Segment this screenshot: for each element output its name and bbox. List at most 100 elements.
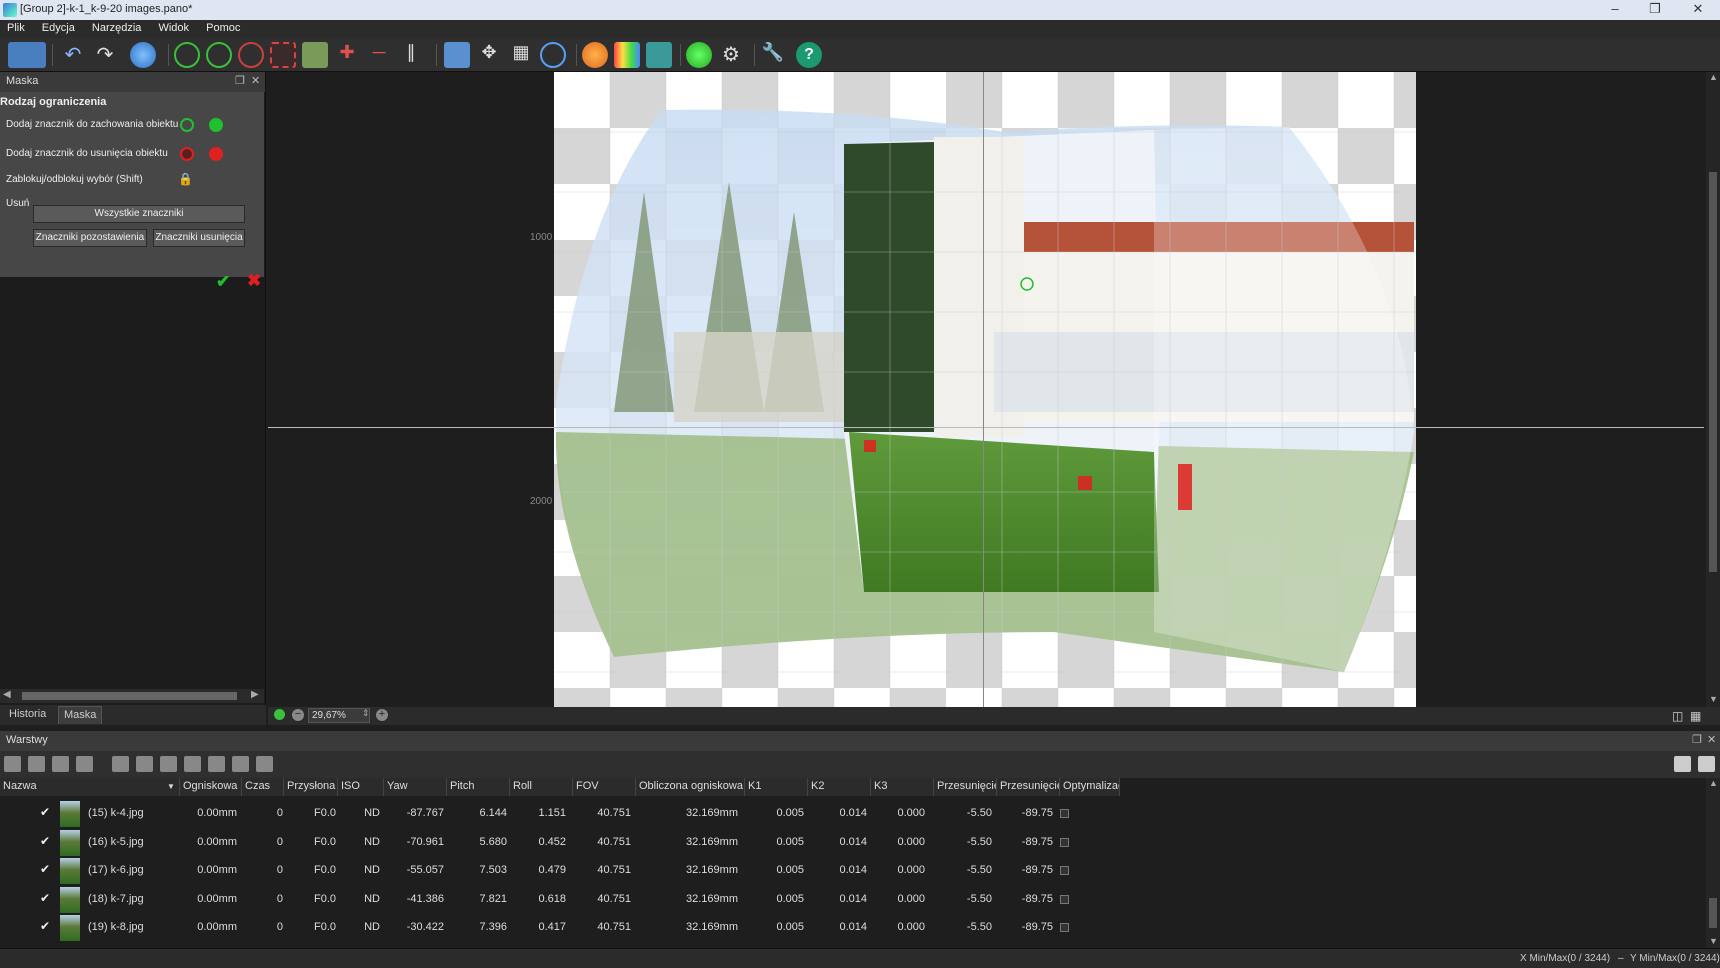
row-visibility-checkbox[interactable]: ✔ (40, 891, 50, 905)
layers-icon[interactable] (646, 42, 672, 68)
lock-icon[interactable]: 🔒 (178, 172, 193, 186)
col-focal[interactable]: Ogniskowa (180, 778, 242, 796)
table-row[interactable]: ✔ (16) k-5.jpg 0.00mm 0 F0.0 ND -70.961 5.680 0.… (0, 829, 1120, 857)
add-image-icon[interactable] (4, 756, 21, 772)
grid-view-icon[interactable]: ▦ (1690, 709, 1701, 723)
transparency-canvas[interactable] (554, 72, 1416, 707)
menu-help[interactable]: Pomoc (199, 20, 247, 36)
sort-e-icon[interactable] (256, 756, 273, 772)
new-project-icon[interactable] (8, 42, 46, 68)
col-shift-2[interactable]: Przesunięcie (997, 778, 1060, 796)
scroll-down-icon[interactable]: ▼ (1709, 694, 1718, 704)
scroll-thumb[interactable] (1709, 898, 1717, 928)
close-icon[interactable]: ✕ (1678, 0, 1718, 20)
zoom-fit-icon[interactable] (274, 709, 285, 720)
remove-image-icon[interactable] (28, 756, 45, 772)
row-visibility-checkbox[interactable]: ✔ (40, 919, 50, 933)
zoom-in-icon[interactable]: + (376, 709, 388, 721)
panel-close-icon[interactable]: ✕ (251, 74, 260, 87)
remove-marker[interactable] (864, 440, 876, 452)
scroll-left-icon[interactable]: ◀ (3, 689, 11, 700)
image-props-icon[interactable] (76, 756, 93, 772)
keep-marker-add-icon[interactable] (180, 118, 194, 132)
redo-icon[interactable]: ↷ (92, 42, 118, 68)
target-icon[interactable] (540, 42, 566, 68)
table-row[interactable]: ✔ (18) k-7.jpg 0.00mm 0 F0.0 ND -41.386 7.821 0.… (0, 886, 1120, 914)
remove-marker[interactable] (1078, 476, 1092, 490)
crosshair-icon[interactable] (206, 42, 232, 68)
restore-icon[interactable]: ❐ (1635, 0, 1675, 20)
row-visibility-checkbox[interactable]: ✔ (40, 862, 50, 876)
col-calc-focal[interactable]: Obliczona ogniskowa (636, 778, 745, 796)
scroll-up-icon[interactable]: ▲ (1709, 778, 1718, 788)
col-fov[interactable]: FOV (573, 778, 636, 796)
replace-image-icon[interactable] (52, 756, 69, 772)
layout-icon[interactable]: ◫ (1672, 709, 1683, 723)
left-panel-scrollbar[interactable]: ◀ ▶ (0, 689, 264, 703)
tab-mask[interactable]: Maska (58, 706, 103, 724)
minimize-icon[interactable]: – (1595, 0, 1635, 20)
col-yaw[interactable]: Yaw (384, 778, 447, 796)
add-group-icon[interactable] (112, 756, 129, 772)
row-optimize-checkbox[interactable] (1060, 866, 1069, 875)
sort-a-icon[interactable] (160, 756, 177, 772)
col-name[interactable]: Nazwa ▼ (0, 778, 180, 796)
row-visibility-checkbox[interactable]: ✔ (40, 805, 50, 819)
scroll-thumb[interactable] (1709, 172, 1717, 572)
wrench-icon[interactable]: 🔧 (760, 42, 786, 68)
remove-marker-icon[interactable] (209, 147, 223, 161)
render-icon[interactable] (686, 42, 712, 68)
zoom-spinner-icon[interactable]: ⇕ (362, 708, 370, 719)
layout-icon[interactable] (1674, 756, 1691, 772)
scroll-thumb[interactable] (22, 692, 237, 700)
confirm-check-icon[interactable]: ✔ (216, 272, 230, 292)
remove-marker[interactable] (1178, 464, 1192, 510)
menu-tools[interactable]: Narzędzia (85, 20, 149, 36)
table-row[interactable]: ✔ (19) k-8.jpg 0.00mm 0 F0.0 ND -30.422 7.396 0.… (0, 914, 1120, 942)
col-shift-1[interactable]: Przesunięcie (934, 778, 997, 796)
col-k2[interactable]: K2 (808, 778, 871, 796)
zoom-out-icon[interactable]: − (292, 709, 304, 721)
sort-d-icon[interactable] (232, 756, 249, 772)
col-optimize[interactable]: Optymalizac (1060, 778, 1120, 796)
keep-markers-button[interactable]: Znaczniki pozostawienia (33, 229, 147, 247)
preview-icon[interactable] (444, 42, 470, 68)
layers-close-icon[interactable]: ✕ (1707, 733, 1716, 746)
col-time[interactable]: Czas (242, 778, 284, 796)
panorama-preview[interactable] (554, 72, 1416, 707)
sort-c-icon[interactable] (208, 756, 225, 772)
target-red-icon[interactable] (238, 42, 264, 68)
columns-icon[interactable] (1698, 756, 1715, 772)
zoom-input[interactable]: 29,67% (308, 708, 370, 723)
mask-icon[interactable] (270, 42, 296, 68)
globe-icon[interactable] (130, 42, 156, 68)
move-icon[interactable]: ✚ (334, 42, 360, 68)
auto-icon[interactable] (582, 42, 608, 68)
undock-icon[interactable]: ❐ (235, 74, 245, 87)
row-optimize-checkbox[interactable] (1060, 809, 1069, 818)
scroll-up-icon[interactable]: ▲ (1709, 72, 1718, 82)
pan-icon[interactable]: ✥ (476, 42, 502, 68)
col-iso[interactable]: ISO (338, 778, 384, 796)
undo-icon[interactable]: ↶ (60, 42, 86, 68)
col-roll[interactable]: Roll (510, 778, 573, 796)
crop-icon[interactable] (302, 42, 328, 68)
row-optimize-checkbox[interactable] (1060, 923, 1069, 932)
cancel-x-icon[interactable]: ✖ (247, 271, 261, 291)
scroll-down-icon[interactable]: ▼ (1709, 936, 1718, 946)
horizon-icon[interactable]: ─ (366, 42, 392, 68)
col-pitch[interactable]: Pitch (447, 778, 510, 796)
remove-group-icon[interactable] (136, 756, 153, 772)
color-icon[interactable] (614, 42, 640, 68)
sort-b-icon[interactable] (184, 756, 201, 772)
help-icon[interactable]: ? (796, 42, 822, 68)
split-icon[interactable]: ∥ (398, 42, 424, 68)
col-k1[interactable]: K1 (745, 778, 808, 796)
row-optimize-checkbox[interactable] (1060, 837, 1069, 847)
scroll-right-icon[interactable]: ▶ (251, 689, 259, 700)
col-aperture[interactable]: Przysłona (284, 778, 338, 796)
table-scrollbar[interactable]: ▲ ▼ (1706, 778, 1720, 948)
keep-marker-icon[interactable] (209, 118, 223, 132)
grid-icon[interactable]: ▦ (508, 42, 534, 68)
add-keep-point-icon[interactable] (174, 42, 200, 68)
